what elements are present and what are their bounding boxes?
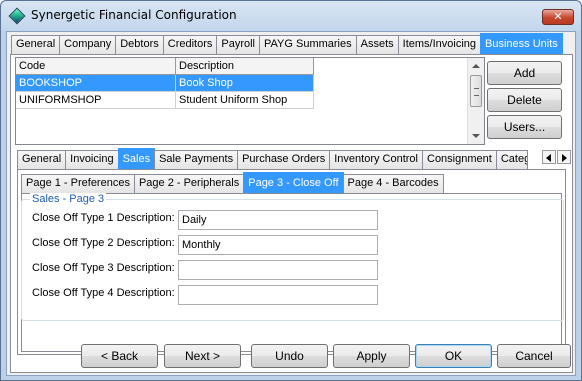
close-off-type-2-label: Close Off Type 2 Description:	[32, 237, 175, 249]
next-button[interactable]: Next >	[164, 344, 241, 368]
close-off-type-4-label: Close Off Type 4 Description:	[32, 287, 175, 299]
close-icon: ✕	[553, 10, 563, 23]
close-window-button[interactable]: ✕	[542, 9, 574, 25]
apply-button-label: Apply	[356, 349, 387, 363]
table-row[interactable]: BOOKSHOP Book Shop	[16, 75, 314, 92]
cell-code[interactable]: UNIFORMSHOP	[16, 92, 176, 109]
scroll-down-arrow-icon[interactable]	[472, 134, 480, 138]
group-legend: Sales - Page 3	[30, 193, 107, 205]
cell-code[interactable]: BOOKSHOP	[16, 75, 176, 92]
tab-bu-general[interactable]: General	[17, 150, 67, 169]
column-header-code[interactable]: Code	[16, 58, 176, 75]
column-header-description[interactable]: Description	[176, 58, 314, 75]
tab-sale-payments[interactable]: Sale Payments	[154, 150, 239, 169]
cell-description[interactable]: Student Uniform Shop	[176, 92, 314, 109]
tab-creditors[interactable]: Creditors	[162, 35, 218, 54]
tab-payg-summaries[interactable]: PAYG Summaries	[259, 35, 357, 54]
add-button[interactable]: Add	[487, 61, 562, 85]
undo-button-label: Undo	[275, 349, 304, 363]
tab-page-4-barcodes[interactable]: Page 4 - Barcodes	[342, 174, 444, 193]
top-tabstrip: General Company Debtors Creditors Payrol…	[11, 33, 563, 54]
users-button-label: Users...	[503, 120, 546, 134]
window-title: Synergetic Financial Configuration	[31, 8, 237, 22]
tab-business-units[interactable]: Business Units	[480, 33, 563, 54]
scroll-thumb[interactable]	[470, 75, 482, 107]
tab-scroll-left-icon[interactable]	[542, 150, 556, 164]
back-button[interactable]: < Back	[81, 344, 158, 368]
dialog-client-area: General Company Debtors Creditors Payrol…	[6, 31, 576, 376]
tab-scroll-arrows	[542, 150, 572, 164]
users-button[interactable]: Users...	[487, 115, 562, 139]
ok-button-label: OK	[444, 349, 463, 363]
title-bar[interactable]: Synergetic Financial Configuration ✕	[1, 1, 581, 31]
next-button-label: Next >	[184, 349, 220, 363]
undo-button[interactable]: Undo	[251, 344, 328, 368]
ok-button[interactable]: OK	[415, 344, 492, 368]
tab-scroll-right-icon[interactable]	[557, 150, 571, 164]
apply-button[interactable]: Apply	[333, 344, 410, 368]
business-units-grid: Code Description BOOKSHOP Book Shop UNIF…	[15, 57, 485, 145]
tab-items-invoicing[interactable]: Items/Invoicing	[397, 35, 482, 54]
tab-company[interactable]: Company	[59, 35, 117, 54]
sales-tabstrip: General Invoicing Sales Sale Payments Pu…	[17, 148, 528, 169]
close-off-type-1-input[interactable]: Daily	[178, 210, 378, 230]
sales-page-3-group: Sales - Page 3 Close Off Type 1 Descript…	[21, 193, 564, 321]
page-tabstrip: Page 1 - Preferences Page 2 - Peripheral…	[21, 172, 444, 193]
grid-header: Code Description	[16, 58, 314, 75]
table-row[interactable]: UNIFORMSHOP Student Uniform Shop	[16, 92, 314, 109]
tab-page-3-close-off[interactable]: Page 3 - Close Off	[243, 172, 344, 193]
tab-page-2-peripherals[interactable]: Page 2 - Peripherals	[133, 174, 245, 193]
close-off-type-3-input[interactable]	[178, 260, 378, 280]
tab-sales[interactable]: Sales	[117, 148, 156, 169]
close-off-type-1-label: Close Off Type 1 Description:	[32, 212, 175, 224]
cancel-button[interactable]: Cancel	[497, 344, 571, 368]
add-button-label: Add	[513, 66, 536, 80]
tab-payroll[interactable]: Payroll	[216, 35, 260, 54]
app-diamond-icon	[8, 7, 26, 25]
tab-inventory-control[interactable]: Inventory Control	[329, 150, 423, 169]
close-off-type-2-input[interactable]: Monthly	[178, 235, 378, 255]
grid-vertical-scrollbar[interactable]	[467, 58, 484, 144]
tab-assets[interactable]: Assets	[355, 35, 399, 54]
tab-consignment[interactable]: Consignment	[422, 150, 497, 169]
tab-debtors[interactable]: Debtors	[115, 35, 164, 54]
tab-invoicing[interactable]: Invoicing	[65, 150, 119, 169]
tab-general[interactable]: General	[11, 35, 61, 54]
cancel-button-label: Cancel	[515, 349, 553, 363]
main-window: Synergetic Financial Configuration ✕ Gen…	[0, 0, 582, 381]
back-button-label: < Back	[100, 349, 139, 363]
delete-button-label: Delete	[507, 93, 542, 107]
tab-purchase-orders[interactable]: Purchase Orders	[237, 150, 331, 169]
tab-page-1-preferences[interactable]: Page 1 - Preferences	[21, 174, 135, 193]
close-off-type-3-label: Close Off Type 3 Description:	[32, 262, 175, 274]
tab-categ[interactable]: Categ	[495, 150, 528, 169]
delete-button[interactable]: Delete	[487, 88, 562, 112]
scroll-up-arrow-icon[interactable]	[472, 64, 480, 68]
cell-description[interactable]: Book Shop	[176, 75, 314, 92]
close-off-type-4-input[interactable]	[178, 285, 378, 305]
